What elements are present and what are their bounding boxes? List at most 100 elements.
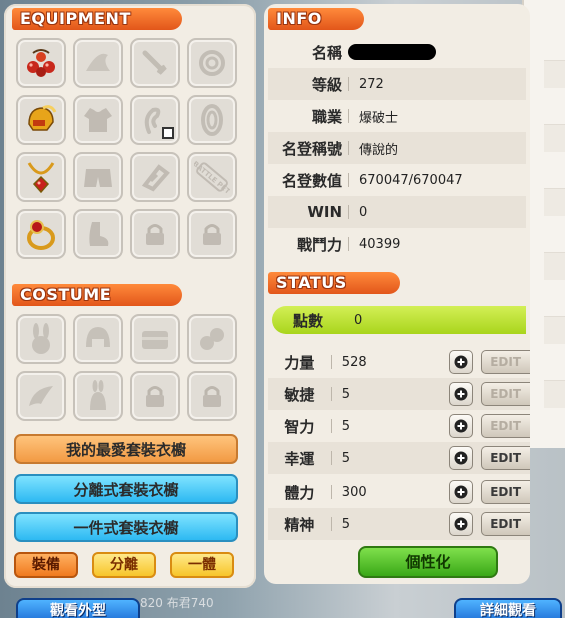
equipment-slot-top[interactable] <box>73 95 123 145</box>
stat-row-spi: 精神 5 EDIT <box>268 508 530 540</box>
equipment-slot-helmet[interactable] <box>16 95 66 145</box>
stat-row-int: 智力 5 EDIT <box>268 410 530 442</box>
win-label: WIN <box>307 203 342 221</box>
plus-icon <box>454 485 468 499</box>
equipment-slot-ring[interactable] <box>16 209 66 259</box>
stat-value: 300 <box>341 484 367 500</box>
dex-plus-button[interactable] <box>449 382 474 406</box>
golden-helmet-icon <box>28 105 57 131</box>
info-row-name: 名稱 <box>268 36 526 68</box>
plus-icon <box>454 355 468 369</box>
tab-onepiece[interactable]: 一體 <box>170 552 234 578</box>
background-name-text: 820 布君740 <box>140 596 214 610</box>
stat-value: 5 <box>341 450 351 466</box>
title-count-value: 670047/670047 <box>359 172 463 188</box>
shoe-icon <box>89 222 109 246</box>
lock-icon <box>203 224 221 245</box>
int-edit-button[interactable]: EDIT <box>481 414 530 438</box>
wing-icon <box>29 386 53 406</box>
view-appearance-button[interactable]: 觀看外型 <box>16 598 140 618</box>
equipment-slot-locked-2[interactable] <box>187 209 237 259</box>
stat-value: 528 <box>341 354 367 370</box>
costume-slot-gloves[interactable] <box>187 314 237 364</box>
stat-label: 精神 <box>284 515 315 534</box>
onepiece-wardrobe-button[interactable]: 一件式套裝衣櫥 <box>14 512 238 542</box>
wardrobe-tabs: 裝備 分離 一體 <box>14 552 234 578</box>
job-value: 爆破士 <box>359 110 399 126</box>
separate-wardrobe-button[interactable]: 分離式套裝衣櫥 <box>14 474 238 504</box>
equipment-header: EQUIPMENT <box>12 8 182 30</box>
equipment-slot-hat[interactable] <box>73 38 123 88</box>
costume-slot-top[interactable] <box>130 314 180 364</box>
gloves-icon <box>200 328 224 350</box>
equipment-slot-accessory[interactable] <box>16 38 66 88</box>
equipment-slot-necklace[interactable] <box>16 152 66 202</box>
equipment-slot-ring-top[interactable] <box>187 38 237 88</box>
gold-ring-icon <box>27 220 55 250</box>
equipment-slot-shield[interactable] <box>187 95 237 145</box>
power-value: 40399 <box>359 236 401 252</box>
plus-icon <box>454 451 468 465</box>
rabbit-body-icon <box>90 380 106 410</box>
lock-icon <box>203 386 221 407</box>
equipment-slot-locked-1[interactable] <box>130 209 180 259</box>
win-value: 0 <box>359 204 368 220</box>
costume-slot-locked-2[interactable] <box>187 371 237 421</box>
points-value: 0 <box>354 312 363 328</box>
stat-value: 5 <box>341 418 351 434</box>
costume-slot-head[interactable] <box>16 314 66 364</box>
costume-slot-locked-1[interactable] <box>130 371 180 421</box>
spi-plus-button[interactable] <box>449 512 474 536</box>
int-plus-button[interactable] <box>449 414 474 438</box>
costume-slot-wing[interactable] <box>16 371 66 421</box>
spi-edit-button[interactable]: EDIT <box>481 512 530 536</box>
stat-label: 敏捷 <box>284 385 315 404</box>
luk-plus-button[interactable] <box>449 446 474 470</box>
detail-view-button[interactable]: 詳細觀看 <box>454 598 562 618</box>
vit-edit-button[interactable]: EDIT <box>481 480 530 504</box>
cherries-accessory-icon <box>27 49 55 77</box>
status-header: STATUS <box>268 272 400 294</box>
stat-row-str: 力量 528 EDIT <box>268 346 530 378</box>
favorite-wardrobe-button[interactable]: 我的最愛套裝衣櫥 <box>14 434 238 464</box>
battle-pet-icon: BATTLE PET <box>194 160 230 195</box>
equipment-slot-wing[interactable] <box>130 95 180 145</box>
equipment-slot-battle-pet[interactable]: BATTLE PET <box>187 152 237 202</box>
dex-edit-button[interactable]: EDIT <box>481 382 530 406</box>
costume-slot-hair[interactable] <box>73 314 123 364</box>
battle-pet-label: BATTLE PET <box>194 160 230 195</box>
equipment-slot-glove[interactable] <box>130 152 180 202</box>
info-row-win: WIN 0 <box>268 196 526 228</box>
costume-header: COSTUME <box>12 284 182 306</box>
stat-label: 幸運 <box>284 449 315 468</box>
equipment-grid: BATTLE PET <box>16 38 237 259</box>
chest-icon <box>142 331 168 349</box>
customize-button[interactable]: 個性化 <box>358 546 498 578</box>
info-row-power: 戰鬥力 40399 <box>268 228 526 260</box>
tab-separate[interactable]: 分離 <box>92 552 156 578</box>
stat-value: 5 <box>341 386 351 402</box>
info-row-job: 職業 爆破士 <box>268 100 526 132</box>
costume-slot-body[interactable] <box>73 371 123 421</box>
helmet-icon <box>86 327 110 347</box>
tab-equipment[interactable]: 裝備 <box>14 552 78 578</box>
equipment-slot-bottom[interactable] <box>73 152 123 202</box>
sword-icon <box>142 50 167 75</box>
pants-icon <box>84 169 112 187</box>
lock-icon <box>146 224 164 245</box>
equipment-slot-shoe[interactable] <box>73 209 123 259</box>
job-label: 職業 <box>311 107 342 126</box>
info-row-level: 等級 272 <box>268 68 526 100</box>
costume-grid <box>16 314 237 421</box>
plus-icon <box>454 419 468 433</box>
vit-plus-button[interactable] <box>449 480 474 504</box>
str-plus-button[interactable] <box>449 350 474 374</box>
stat-label: 力量 <box>284 353 315 372</box>
shield-icon <box>201 104 223 136</box>
luk-edit-button[interactable]: EDIT <box>481 446 530 470</box>
equipment-slot-weapon[interactable] <box>130 38 180 88</box>
str-edit-button[interactable]: EDIT <box>481 350 530 374</box>
title-label: 名登稱號 <box>281 139 342 158</box>
level-label: 等級 <box>311 75 342 94</box>
stat-row-vit: 體力 300 EDIT <box>268 476 530 508</box>
